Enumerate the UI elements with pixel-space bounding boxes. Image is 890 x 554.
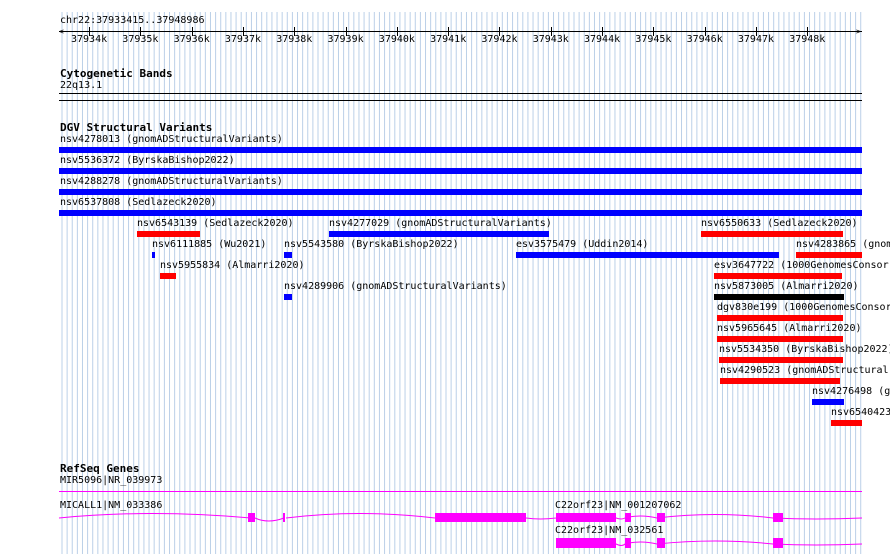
- location-label: chr22:37933415..37948986: [60, 15, 205, 26]
- ruler-tick-label: 37938k: [276, 34, 313, 45]
- dgv-variant-label[interactable]: nsv4276498 (g: [812, 386, 890, 398]
- cytoband-line-bottom: [59, 100, 862, 101]
- dgv-variant-bar[interactable]: [831, 420, 862, 426]
- dgv-variant-bar[interactable]: [701, 231, 843, 237]
- dgv-variant-label[interactable]: nsv5873005 (Almarri2020): [714, 281, 859, 293]
- ruler-tick-label: 37939k: [327, 34, 364, 45]
- dgv-variant-bar[interactable]: [812, 399, 844, 405]
- gene-exon[interactable]: [625, 513, 631, 522]
- gene-intron-line[interactable]: [59, 491, 862, 492]
- gene-exon[interactable]: [556, 513, 616, 522]
- ruler-tick-label: 37934k: [71, 34, 108, 45]
- ruler-tick-label: 37945k: [635, 34, 672, 45]
- gene-exon[interactable]: [657, 538, 665, 548]
- ruler-tick-label: 37936k: [173, 34, 210, 45]
- dgv-variant-label[interactable]: nsv6550633 (Sedlazeck2020): [701, 218, 858, 230]
- ruler-right-arrow: >: [856, 27, 861, 36]
- dgv-variant-label[interactable]: nsv6111885 (Wu2021): [152, 239, 266, 251]
- dgv-variant-bar[interactable]: [719, 357, 843, 363]
- dgv-variant-label[interactable]: nsv4277029 (gnomADStructuralVariants): [329, 218, 552, 230]
- dgv-variant-bar[interactable]: [714, 294, 844, 300]
- ruler-tick-label: 37940k: [378, 34, 415, 45]
- dgv-variant-label[interactable]: nsv4288278 (gnomADStructuralVariants): [60, 176, 283, 188]
- gene-label[interactable]: C22orf23|NM_032561: [555, 525, 663, 537]
- gene-exon[interactable]: [773, 538, 783, 548]
- dgv-variant-label[interactable]: nsv6537808 (Sedlazeck2020): [60, 197, 217, 209]
- dgv-variant-label[interactable]: nsv4289906 (gnomADStructuralVariants): [284, 281, 507, 293]
- track-title-cytoband: Cytogenetic Bands: [60, 67, 173, 80]
- ruler-tick-label: 37941k: [430, 34, 467, 45]
- ruler-tick-label: 37937k: [224, 34, 262, 45]
- gene-exon[interactable]: [556, 538, 616, 548]
- dgv-variant-label[interactable]: nsv4283865 (gnom: [796, 239, 890, 251]
- ruler-tick-label: 37944k: [584, 34, 621, 45]
- ruler-tick-label: 37942k: [481, 34, 518, 45]
- ruler-tick-label: 37943k: [532, 34, 569, 45]
- dgv-variant-label[interactable]: nsv5534350 (ByrskaBishop2022): [719, 344, 890, 356]
- gene-exon[interactable]: [625, 538, 631, 548]
- gene-label[interactable]: MICALL1|NM_033386: [60, 500, 162, 512]
- dgv-variant-bar[interactable]: [59, 168, 862, 174]
- ruler-left-arrow: <: [59, 27, 64, 36]
- ruler-line: [59, 31, 862, 32]
- dgv-variant-bar[interactable]: [137, 231, 200, 237]
- dgv-variant-bar[interactable]: [329, 231, 549, 237]
- dgv-variant-bar[interactable]: [717, 336, 843, 342]
- dgv-variant-bar[interactable]: [59, 147, 862, 153]
- dgv-variant-label[interactable]: nsv5536372 (ByrskaBishop2022): [60, 155, 235, 167]
- dgv-variant-label[interactable]: nsv5543580 (ByrskaBishop2022): [284, 239, 459, 251]
- dgv-variant-bar[interactable]: [284, 252, 292, 258]
- dgv-variant-label[interactable]: esv3647722 (1000GenomesConsor: [714, 260, 889, 272]
- ruler-tick-label: 37935k: [122, 34, 159, 45]
- dgv-variant-bar[interactable]: [717, 315, 843, 321]
- dgv-variant-bar[interactable]: [284, 294, 292, 300]
- dgv-variant-bar[interactable]: [720, 378, 840, 384]
- dgv-variant-bar[interactable]: [59, 189, 862, 195]
- dgv-variant-label[interactable]: nsv6543139 (Sedlazeck2020): [137, 218, 294, 230]
- dgv-variant-bar[interactable]: [516, 252, 779, 258]
- dgv-variant-bar[interactable]: [714, 273, 842, 279]
- dgv-variant-label[interactable]: nsv4278013 (gnomADStructuralVariants): [60, 134, 283, 146]
- dgv-variant-label[interactable]: nsv5965645 (Almarri2020): [717, 323, 862, 335]
- dgv-variant-label[interactable]: nsv6540423: [831, 407, 890, 419]
- track-title-refseq: RefSeq Genes: [60, 462, 140, 475]
- gene-exon[interactable]: [657, 513, 665, 522]
- gene-exon[interactable]: [283, 513, 285, 522]
- gene-exon[interactable]: [435, 513, 526, 522]
- dgv-variant-bar[interactable]: [160, 273, 176, 279]
- gene-label[interactable]: C22orf23|NM_001207062: [555, 500, 681, 512]
- dgv-variant-bar[interactable]: [59, 210, 862, 216]
- gene-label[interactable]: MIR5096|NR_039973: [60, 475, 162, 487]
- cytoband-label[interactable]: 22q13.1: [60, 80, 102, 92]
- ruler-tick-label: 37947k: [737, 34, 775, 45]
- dgv-variant-label[interactable]: dgv830e199 (1000GenomesConsor: [717, 302, 890, 314]
- track-title-dgv: DGV Structural Variants: [60, 121, 213, 134]
- ruler-tick-label: 37948k: [789, 34, 826, 45]
- dgv-variant-label[interactable]: nsv4290523 (gnomADStructural: [720, 365, 889, 377]
- dgv-variant-label[interactable]: esv3575479 (Uddin2014): [516, 239, 648, 251]
- dgv-variant-bar[interactable]: [796, 252, 862, 258]
- dgv-variant-label[interactable]: nsv5955834 (Almarri2020): [160, 260, 305, 272]
- gene-exon[interactable]: [773, 513, 783, 522]
- ruler-tick-label: 37946k: [686, 34, 723, 45]
- cytoband-line-top: [59, 93, 862, 94]
- gene-exon[interactable]: [248, 513, 255, 522]
- dgv-variant-bar[interactable]: [152, 252, 155, 258]
